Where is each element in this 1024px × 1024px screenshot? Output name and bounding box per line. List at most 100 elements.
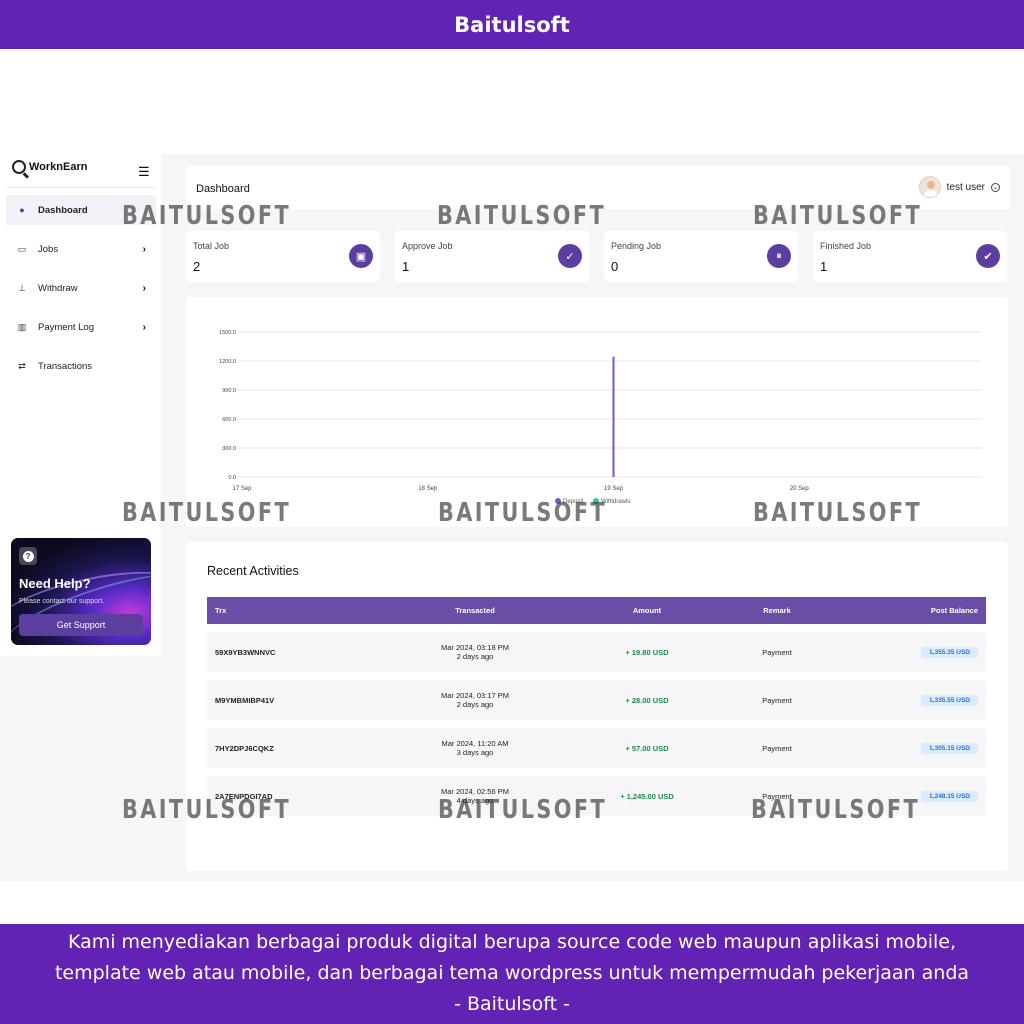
stat-label: Pending Job <box>611 241 662 251</box>
banner-title: Baitulsoft <box>454 12 570 37</box>
stat-label: Approve Job <box>402 241 453 251</box>
transacted-cell: Mar 2024, 11:20 AM 3 days ago <box>407 728 543 768</box>
table-header: Trx Transacted Amount Remark Post Balanc… <box>207 597 986 624</box>
logo-icon <box>12 160 26 174</box>
balance-badge: 1,248.15 USD <box>921 790 978 802</box>
balance-badge: 1,355.35 USD <box>921 646 978 658</box>
stat-value: 1 <box>820 259 828 274</box>
stat-value: 0 <box>611 259 619 274</box>
sidebar-item-label: Payment Log <box>38 321 94 333</box>
amount-cell: + 57.00 USD <box>597 728 697 768</box>
app-window: WorknEarn ☰ ● Dashboard ▭ Jobs › ⊥ Withd… <box>0 154 1024 881</box>
transacted-cell: Mar 2024, 03:17 PM 2 days ago <box>407 680 543 720</box>
balance-cell: 1,355.35 USD <box>921 632 978 672</box>
balance-badge: 1,335.55 USD <box>921 694 978 706</box>
balance-cell: 1,335.55 USD <box>921 680 978 720</box>
stat-card-total-job: Total Job 2 ▣ <box>186 231 380 282</box>
stat-label: Total Job <box>193 241 230 251</box>
section-title: Recent Activities <box>207 564 299 578</box>
sidebar-item-label: Dashboard <box>38 204 88 216</box>
get-support-button[interactable]: Get Support <box>19 614 143 636</box>
balance-cell: 1,248.15 USD <box>921 776 978 816</box>
deposit-withdraw-chart: 1500.0 1200.0 900.0 600.0 300.0 0.0 17 Sep 18 S… <box>219 330 981 505</box>
chevron-right-icon: › <box>142 243 146 255</box>
stat-card-finished-job: Finished Job 1 ✔ <box>813 231 1007 282</box>
chevron-down-icon: ⌄ <box>991 182 1000 192</box>
sidebar-item-label: Jobs <box>38 243 59 255</box>
help-title: Need Help? <box>19 576 91 591</box>
transacted-ago: 2 days ago <box>456 652 494 661</box>
receipt-icon: ▥ <box>17 321 27 332</box>
table-row[interactable]: M9YMBMIBP41V Mar 2024, 03:17 PM 2 days a… <box>207 680 986 720</box>
x-tick-label: 18 Sep <box>418 486 438 492</box>
sidebar-item-transactions[interactable]: ⇄ Transactions <box>6 351 156 381</box>
briefcase-icon: ▭ <box>17 243 27 254</box>
transacted-date: Mar 2024, 02:56 PM <box>441 787 509 796</box>
amount-cell: + 28.00 USD <box>597 680 697 720</box>
column-header: Transacted <box>455 606 495 615</box>
table-row[interactable]: 7HY2DPJ6CQKZ Mar 2024, 11:20 AM 3 days a… <box>207 728 986 768</box>
chevron-right-icon: › <box>142 321 146 333</box>
recent-activities-card: Recent Activities Trx Transacted Amount … <box>186 542 1008 871</box>
sidebar-item-withdraw[interactable]: ⊥ Withdraw › <box>6 273 156 303</box>
avatar <box>918 176 941 198</box>
user-name: test user <box>946 181 985 193</box>
trx-id: 2A7ENPDGI7AD <box>215 791 273 801</box>
help-card: ? Need Help? Please contact our support.… <box>11 538 151 645</box>
sidebar: WorknEarn ☰ ● Dashboard ▭ Jobs › ⊥ Withd… <box>0 154 161 656</box>
pause-icon: ⏸ <box>767 244 791 268</box>
stat-card-pending-job: Pending Job 0 ⏸ <box>604 231 798 282</box>
transacted-date: Mar 2024, 03:18 PM <box>441 643 509 652</box>
sidebar-item-payment-log[interactable]: ▥ Payment Log › <box>6 312 156 342</box>
sidebar-item-dashboard[interactable]: ● Dashboard <box>6 195 156 225</box>
page-header: Dashboard test user ⌄ <box>186 166 1010 209</box>
deposit-chart-card: 1500.0 1200.0 900.0 600.0 300.0 0.0 17 Sep 18 S… <box>186 297 1008 527</box>
x-tick-label: 17 Sep <box>232 486 252 492</box>
legend-marker <box>593 498 599 504</box>
sidebar-item-jobs[interactable]: ▭ Jobs › <box>6 234 156 264</box>
table-row[interactable]: 2A7ENPDGI7AD Mar 2024, 02:56 PM 4 days a… <box>207 776 986 816</box>
y-tick-label: 1500.0 <box>219 330 236 336</box>
banner-line: template web atau mobile, dan berbagai t… <box>54 962 970 984</box>
help-subtitle: Please contact our support. <box>19 598 105 605</box>
transacted-ago: 3 days ago <box>456 748 494 757</box>
x-tick-label: 20 Sep <box>790 486 810 492</box>
sidebar-item-label: Withdraw <box>38 282 78 294</box>
trx-id: M9YMBMIBP41V <box>215 695 275 705</box>
sidebar-divider <box>6 187 156 188</box>
trx-id: 59X9YB3WNNVC <box>215 647 276 657</box>
stat-label: Finished Job <box>820 241 872 251</box>
legend-label: Withdrawls <box>601 499 630 505</box>
column-header: Trx <box>215 606 227 615</box>
user-menu[interactable]: test user ⌄ <box>918 176 1000 198</box>
check-circle-icon: ✓ <box>558 244 582 268</box>
y-tick-label: 1200.0 <box>219 359 236 365</box>
trx-id: 7HY2DPJ6CQKZ <box>215 743 274 753</box>
stat-card-approve-job: Approve Job 1 ✓ <box>395 231 589 282</box>
stat-value: 1 <box>402 259 410 274</box>
chevron-right-icon: › <box>142 282 146 294</box>
toolbox-icon: ▣ <box>349 244 373 268</box>
menu-toggle-icon[interactable]: ☰ <box>138 164 150 180</box>
amount-cell: + 1,245.00 USD <box>597 776 697 816</box>
transacted-cell: Mar 2024, 02:56 PM 4 days ago <box>407 776 543 816</box>
amount-value: + 57.00 USD <box>625 743 669 753</box>
brand-logo[interactable]: WorknEarn <box>12 160 87 174</box>
top-banner: Baitulsoft <box>0 0 1024 49</box>
stat-value: 2 <box>193 259 201 274</box>
amount-value: + 19.80 USD <box>625 647 669 657</box>
column-header: Post Balance <box>930 606 978 615</box>
bottom-banner: Kami menyediakan berbagai produk digital… <box>0 924 1024 1024</box>
swap-icon: ⇄ <box>18 360 26 371</box>
remark-cell: Payment <box>762 647 792 657</box>
remark-cell: Payment <box>762 743 792 753</box>
balance-badge: 1,305.15 USD <box>921 742 978 754</box>
y-tick-label: 900.0 <box>222 388 236 394</box>
double-check-icon: ✔ <box>976 244 1000 268</box>
column-header: Amount <box>632 606 662 615</box>
user-icon: ● <box>19 205 25 215</box>
table-row[interactable]: 59X9YB3WNNVC Mar 2024, 03:18 PM 2 days a… <box>207 632 986 672</box>
y-tick-label: 0.0 <box>228 475 236 481</box>
banner-line: Kami menyediakan berbagai produk digital… <box>67 931 957 953</box>
legend-label: Deposit <box>563 499 584 505</box>
